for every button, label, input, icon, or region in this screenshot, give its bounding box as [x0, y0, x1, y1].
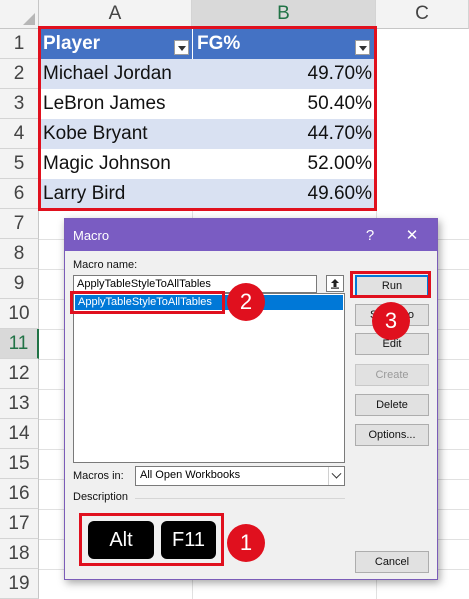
filter-dropdown-icon[interactable] — [174, 40, 189, 55]
table-cell-player[interactable]: Michael Jordan — [39, 59, 192, 89]
f11-key: F11 — [161, 521, 216, 559]
options-button[interactable]: Options... — [355, 424, 429, 446]
table-cell-fg[interactable]: 44.70% — [192, 119, 376, 149]
row-header-3[interactable]: 3 — [0, 89, 39, 119]
column-header-c[interactable]: C — [376, 0, 469, 29]
close-icon[interactable]: ✕ — [395, 219, 429, 251]
row-header-6[interactable]: 6 — [0, 179, 39, 209]
table-header-fg[interactable]: FG% — [192, 29, 376, 59]
table-cell-fg[interactable]: 52.00% — [192, 149, 376, 179]
header-label: Player — [43, 33, 101, 54]
row-header-12[interactable]: 12 — [0, 359, 39, 389]
macros-in-value: All Open Workbooks — [140, 469, 241, 481]
dialog-title: Macro — [73, 227, 110, 243]
description-divider — [135, 498, 345, 499]
macros-in-label: Macros in: — [73, 470, 124, 482]
row-header-9[interactable]: 9 — [0, 269, 39, 299]
row-header-19[interactable]: 19 — [0, 569, 39, 599]
row-header-2[interactable]: 2 — [0, 59, 39, 89]
table-cell-player[interactable]: Larry Bird — [39, 179, 192, 209]
macro-list[interactable]: ApplyTableStyleToAllTables — [73, 293, 345, 463]
table-cell-player[interactable]: Kobe Bryant — [39, 119, 192, 149]
create-button[interactable]: Create — [355, 364, 429, 386]
header-label: FG% — [197, 33, 241, 54]
macro-name-label: Macro name: — [73, 259, 138, 271]
column-header-a[interactable]: A — [39, 0, 192, 29]
table-cell-player[interactable]: LeBron James — [39, 89, 192, 119]
delete-button[interactable]: Delete — [355, 394, 429, 416]
alt-key: Alt — [88, 521, 154, 559]
row-header-10[interactable]: 10 — [0, 299, 39, 329]
row-header-13[interactable]: 13 — [0, 389, 39, 419]
step-badge-1: 1 — [227, 524, 265, 562]
macro-name-input[interactable]: ApplyTableStyleToAllTables — [73, 275, 317, 293]
step-badge-2: 2 — [227, 283, 265, 321]
run-button[interactable]: Run — [355, 275, 429, 297]
row-header-18[interactable]: 18 — [0, 539, 39, 569]
row-header-5[interactable]: 5 — [0, 149, 39, 179]
upload-arrow-icon[interactable] — [326, 275, 344, 292]
table-cell-fg[interactable]: 49.70% — [192, 59, 376, 89]
row-header-8[interactable]: 8 — [0, 239, 39, 269]
row-header-11[interactable]: 11 — [0, 329, 39, 359]
step-badge-3: 3 — [372, 302, 410, 340]
table-cell-fg[interactable]: 49.60% — [192, 179, 376, 209]
chevron-down-icon[interactable] — [328, 467, 344, 485]
row-header-1[interactable]: 1 — [0, 29, 39, 59]
row-header-7[interactable]: 7 — [0, 209, 39, 239]
description-label: Description — [73, 491, 129, 503]
row-header-15[interactable]: 15 — [0, 449, 39, 479]
cancel-button[interactable]: Cancel — [355, 551, 429, 573]
filter-dropdown-icon[interactable] — [355, 40, 370, 55]
row-header-14[interactable]: 14 — [0, 419, 39, 449]
table-header-player[interactable]: Player — [39, 29, 192, 59]
macros-in-select[interactable]: All Open Workbooks — [135, 466, 345, 486]
help-button[interactable]: ? — [353, 219, 387, 251]
row-header-4[interactable]: 4 — [0, 119, 39, 149]
row-header-16[interactable]: 16 — [0, 479, 39, 509]
table-cell-player[interactable]: Magic Johnson — [39, 149, 192, 179]
select-all-corner[interactable] — [0, 0, 39, 29]
row-header-17[interactable]: 17 — [0, 509, 39, 539]
column-header-b[interactable]: B — [192, 0, 376, 29]
macro-list-item[interactable]: ApplyTableStyleToAllTables — [75, 295, 343, 310]
table-cell-fg[interactable]: 50.40% — [192, 89, 376, 119]
